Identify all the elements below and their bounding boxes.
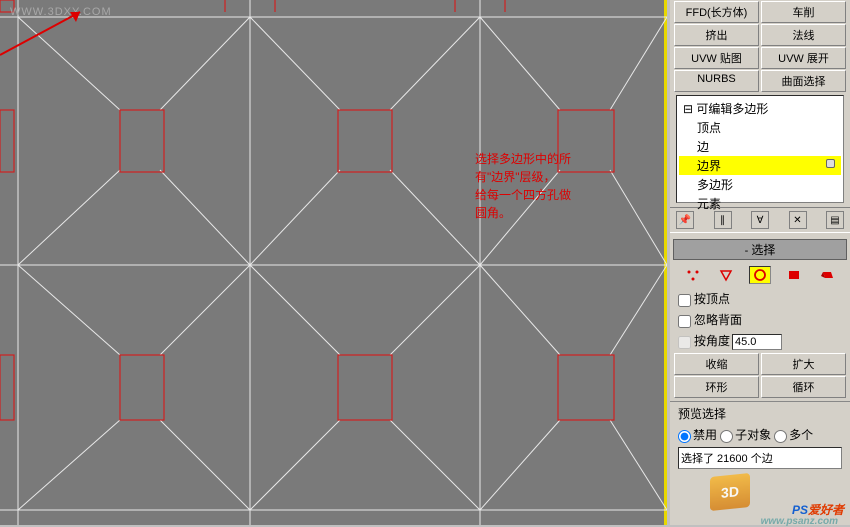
preview-off-radio[interactable] — [678, 430, 691, 443]
stack-element[interactable]: 元素 — [679, 194, 841, 213]
preview-label-row: 预览选择 — [670, 401, 850, 424]
ffd-button[interactable]: FFD(长方体) — [674, 1, 759, 23]
by-angle-row: 按角度45.0 — [670, 330, 850, 352]
uvw-unwrap-button[interactable]: UVW 展开 — [761, 47, 846, 69]
edge-subobj-icon[interactable] — [715, 266, 737, 284]
ignore-backfacing-row: 忽略背面 — [670, 309, 850, 330]
wireframe-mesh — [0, 0, 667, 525]
annotation-line: 有"边界"层级， — [475, 168, 571, 186]
extrude-button[interactable]: 挤出 — [674, 24, 759, 46]
preview-off-label: 禁用 — [693, 428, 717, 442]
stack-edge[interactable]: 边 — [679, 137, 841, 156]
ignore-backfacing-checkbox[interactable] — [678, 315, 691, 328]
watermark-bottom-right: PSPS爱好者爱好者 www.psanz.com — [792, 498, 844, 519]
uvw-map-button[interactable]: UVW 贴图 — [674, 47, 759, 69]
preview-multi-label: 多个 — [789, 428, 813, 442]
stack-editable-poly[interactable]: ⊟ 可编辑多边形 — [679, 99, 841, 118]
annotation-line: 给每一个四方孔做 — [475, 186, 571, 204]
viewport-3d[interactable]: WWW.3DXY.COM 选择多边形中的所 有"边界"层级， 给每一个四方孔做 … — [0, 0, 667, 525]
annotation-line: 选择多边形中的所 — [475, 150, 571, 168]
spline-button[interactable]: 法线 — [761, 24, 846, 46]
modifier-buttons-row: UVW 贴图 UVW 展开 — [673, 47, 847, 69]
shrink-grow-row: 收缩 扩大 — [673, 353, 847, 375]
annotation-line: 圆角。 — [475, 204, 571, 222]
modifier-buttons-row: FFD(长方体) 车削 — [673, 1, 847, 23]
modifier-buttons-row: NURBS 曲面选择 — [673, 70, 847, 92]
stack-border-label: 边界 — [697, 159, 721, 173]
by-angle-checkbox[interactable] — [678, 336, 691, 349]
ignore-backfacing-label: 忽略背面 — [694, 313, 742, 327]
watermark-url: www.psanz.com — [761, 516, 838, 527]
annotation-text: 选择多边形中的所 有"边界"层级， 给每一个四方孔做 圆角。 — [475, 150, 571, 222]
stack-vertex[interactable]: 顶点 — [679, 118, 841, 137]
subobject-icons-row — [670, 262, 850, 288]
shrink-button[interactable]: 收缩 — [674, 353, 759, 375]
loop-button[interactable]: 循环 — [761, 376, 846, 398]
by-angle-spinner[interactable]: 45.0 — [732, 334, 782, 350]
border-subobj-icon[interactable] — [749, 266, 771, 284]
lamp-icon — [826, 159, 835, 168]
preview-subobj-radio[interactable] — [720, 430, 733, 443]
stack-border[interactable]: 边界 — [679, 156, 841, 175]
rollout-header-selection[interactable]: - 选择 — [673, 239, 847, 260]
by-angle-label: 按角度 — [694, 334, 730, 348]
stack-root-label: 可编辑多边形 — [696, 102, 768, 116]
element-subobj-icon[interactable] — [816, 266, 838, 284]
annotation-arrow — [0, 0, 100, 60]
selection-rollout: - 选择 按顶点 忽略背面 按角度45.0 收缩 扩大 环形 循环 预览选择 禁… — [670, 239, 850, 469]
show-end-result-icon[interactable]: ∥ — [714, 211, 732, 229]
preview-radio-row: 禁用 子对象 多个 — [670, 424, 850, 445]
grow-button[interactable]: 扩大 — [761, 353, 846, 375]
polygon-subobj-icon[interactable] — [783, 266, 805, 284]
modifier-stack[interactable]: ⊟ 可编辑多边形 ¦¦¦¦¦ 顶点 边 边界 多边形 元素 — [676, 95, 844, 203]
ring-loop-row: 环形 循环 — [673, 376, 847, 398]
rollout-title: 选择 — [751, 243, 775, 257]
remove-modifier-icon[interactable]: ✕ — [789, 211, 807, 229]
command-panel: FFD(长方体) 车削 挤出 法线 UVW 贴图 UVW 展开 NURBS 曲面… — [670, 0, 850, 525]
preview-multi-radio[interactable] — [774, 430, 787, 443]
face-select-button[interactable]: 曲面选择 — [761, 70, 846, 92]
preview-label: 预览选择 — [678, 407, 726, 421]
stack-polygon[interactable]: 多边形 — [679, 175, 841, 194]
by-vertex-checkbox[interactable] — [678, 294, 691, 307]
configure-sets-icon[interactable]: ▤ — [826, 211, 844, 229]
make-unique-icon[interactable]: ∀ — [751, 211, 769, 229]
by-vertex-row: 按顶点 — [670, 288, 850, 309]
by-vertex-label: 按顶点 — [694, 292, 730, 306]
preview-subobj-label: 子对象 — [735, 428, 771, 442]
selection-info: 选择了 21600 个边 — [678, 447, 842, 469]
vertex-subobj-icon[interactable] — [682, 266, 704, 284]
pin-stack-icon[interactable]: 📌 — [676, 211, 694, 229]
nurbs-button[interactable]: NURBS — [674, 70, 759, 92]
ring-button[interactable]: 环形 — [674, 376, 759, 398]
modifier-buttons-row: 挤出 法线 — [673, 24, 847, 46]
lathe-button[interactable]: 车削 — [761, 1, 846, 23]
logo-3d-badge: 3D — [710, 473, 750, 511]
